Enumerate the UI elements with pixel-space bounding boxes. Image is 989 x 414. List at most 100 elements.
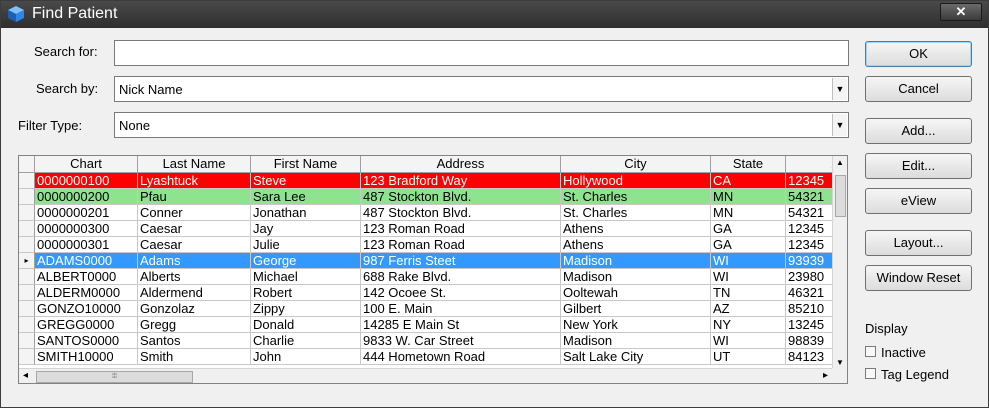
cell-chart: 0000000200 [35,189,138,205]
cell-first-name: Donald [251,317,361,333]
row-selector[interactable] [19,301,35,317]
row-selector[interactable] [19,237,35,253]
layout-button[interactable]: Layout... [865,230,972,256]
cell-state: WI [711,269,786,285]
find-patient-dialog: Find Patient ✕ Search for: Search by: Ni… [0,0,989,408]
ok-button[interactable]: OK [865,41,972,67]
table-row[interactable]: 0000000200 Pfau Sara Lee 487 Stockton Blvd.… [19,189,846,205]
horizontal-scrollbar[interactable]: ◂ ⦙⦙⦙ ▸ [19,368,832,383]
scroll-down-icon[interactable]: ▼ [833,358,847,367]
cell-last-name: Gregg [138,317,251,333]
cell-state: TN [711,285,786,301]
table-row[interactable]: SANTOS0000 Santos Charlie 9833 W. Car Stree… [19,333,846,349]
table-row[interactable]: GONZO10000 Gonzolaz Zippy 100 E. Main Gilber… [19,301,846,317]
patient-grid[interactable]: Chart Last Name First Name Address City … [18,155,848,384]
cell-last-name: Smith [138,349,251,365]
table-row[interactable]: 0000000301 Caesar Julie 123 Roman Road Athen… [19,237,846,253]
row-selector[interactable] [19,173,35,189]
header-corner [19,156,35,173]
scroll-left-icon[interactable]: ◂ [23,370,28,381]
cell-state: MN [711,205,786,221]
row-selector[interactable] [19,269,35,285]
cell-chart: 0000000301 [35,237,138,253]
column-header-last-name[interactable]: Last Name [138,156,251,173]
cell-address: 487 Stockton Blvd. [361,189,561,205]
grid-header: Chart Last Name First Name Address City … [19,156,846,173]
search-for-input[interactable] [114,40,849,66]
vertical-scrollbar[interactable]: ▲ ▼ [832,156,847,369]
close-button[interactable]: ✕ [940,3,982,21]
row-selector[interactable] [19,333,35,349]
display-group-title: Display [865,321,908,336]
row-selector[interactable] [19,317,35,333]
scroll-right-icon[interactable]: ▸ [823,370,828,381]
cell-last-name: Gonzolaz [138,301,251,317]
cell-state: NY [711,317,786,333]
title-bar[interactable]: Find Patient ✕ [1,1,988,28]
row-selector[interactable] [19,205,35,221]
cell-first-name: John [251,349,361,365]
inactive-checkbox[interactable] [865,346,876,357]
cell-first-name: Steve [251,173,361,189]
vertical-scroll-thumb[interactable] [835,175,846,217]
cell-address: 444 Hometown Road [361,349,561,365]
cell-last-name: Pfau [138,189,251,205]
row-selector[interactable] [19,189,35,205]
cell-address: 9833 W. Car Street [361,333,561,349]
cell-city: St. Charles [561,205,711,221]
cell-state: UT [711,349,786,365]
window-reset-button[interactable]: Window Reset [865,265,972,291]
cell-first-name: Jay [251,221,361,237]
table-row[interactable]: 0000000201 Conner Jonathan 487 Stockton Blv… [19,205,846,221]
table-row[interactable]: 0000000300 Caesar Jay 123 Roman Road Athens G… [19,221,846,237]
column-header-first-name[interactable]: First Name [251,156,361,173]
column-header-state[interactable]: State [711,156,786,173]
cell-city: St. Charles [561,189,711,205]
column-header-city[interactable]: City [561,156,711,173]
cell-city: Athens [561,221,711,237]
scroll-up-icon[interactable]: ▲ [833,158,847,167]
table-row[interactable]: ALBERT0000 Alberts Michael 688 Rake Blvd. Ma… [19,269,846,285]
column-header-chart[interactable]: Chart [35,156,138,173]
cell-first-name: Charlie [251,333,361,349]
row-selector[interactable] [19,285,35,301]
add-button[interactable]: Add... [865,118,972,144]
cell-state: WI [711,253,786,269]
cell-chart: GREGG0000 [35,317,138,333]
table-row[interactable]: ▸ ADAMS0000 Adams George 987 Ferris Steet Mad… [19,253,846,269]
chevron-down-icon[interactable]: ▼ [832,114,847,136]
cell-address: 487 Stockton Blvd. [361,205,561,221]
filter-type-value: None [119,118,151,133]
cell-last-name: Alberts [138,269,251,285]
cell-last-name: Caesar [138,221,251,237]
search-for-label: Search for: [34,44,98,59]
tag-legend-checkbox[interactable] [865,368,876,379]
horizontal-scroll-thumb[interactable]: ⦙⦙⦙ [36,371,193,383]
table-row[interactable]: 0000000100 Lyashtuck Steve 123 Bradford Way… [19,173,846,189]
search-by-dropdown[interactable]: Nick Name ▼ [114,76,849,102]
cell-state: WI [711,333,786,349]
cell-last-name: Santos [138,333,251,349]
row-selector[interactable]: ▸ [19,253,35,269]
table-row[interactable]: ALDERM0000 Aldermend Robert 142 Ocoee St. Oo… [19,285,846,301]
cell-state: MN [711,189,786,205]
cell-last-name: Adams [138,253,251,269]
row-selector[interactable] [19,221,35,237]
grip-icon: ⦙⦙⦙ [112,373,117,380]
row-selector[interactable] [19,349,35,365]
column-header-address[interactable]: Address [361,156,561,173]
edit-button[interactable]: Edit... [865,153,972,179]
cancel-button[interactable]: Cancel [865,76,972,102]
chevron-down-icon[interactable]: ▼ [832,78,847,100]
filter-type-dropdown[interactable]: None ▼ [114,112,849,138]
table-row[interactable]: GREGG0000 Gregg Donald 14285 E Main St New Y… [19,317,846,333]
cell-first-name: Michael [251,269,361,285]
table-row[interactable]: SMITH10000 Smith John 444 Hometown Road Salt… [19,349,846,365]
cell-last-name: Caesar [138,237,251,253]
cell-city: New York [561,317,711,333]
cell-state: CA [711,173,786,189]
cell-address: 123 Roman Road [361,237,561,253]
cell-chart: 0000000201 [35,205,138,221]
eview-button[interactable]: eView [865,188,972,214]
cell-state: GA [711,237,786,253]
